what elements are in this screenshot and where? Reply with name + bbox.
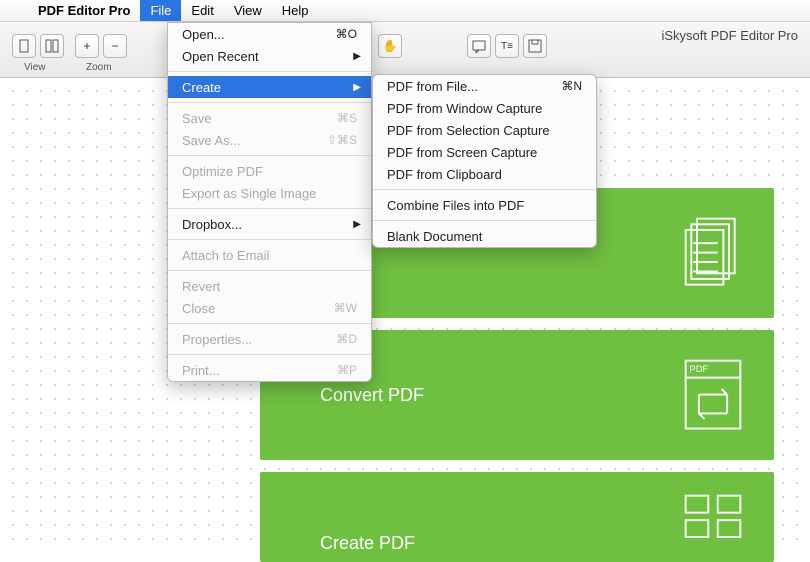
two-page-icon[interactable] (40, 34, 64, 58)
text-edit-icon[interactable]: T≡ (495, 34, 519, 58)
file-menu-item[interactable]: Open Recent ▶ (168, 45, 371, 67)
file-menu-item: Save As... ⇧⌘S (168, 129, 371, 151)
file-menu-item: Properties... ⌘D (168, 328, 371, 350)
menu-item-label: Close (182, 301, 215, 316)
view-caption: View (24, 62, 46, 73)
create-menu-item[interactable]: Combine Files into PDF (373, 194, 596, 216)
file-menu-item: Revert (168, 275, 371, 297)
card-create-pdf[interactable]: Create PDF (260, 472, 774, 562)
create-menu-item[interactable]: PDF from File... ⌘N (373, 75, 596, 97)
menu-item-shortcut: ⌘W (334, 301, 357, 315)
menu-item-label: Open... (182, 27, 225, 42)
menu-item-label: Attach to Email (182, 248, 269, 263)
create-submenu: PDF from File... ⌘N PDF from Window Captur… (372, 74, 597, 248)
toolbar-hand-group: ✋ (378, 34, 402, 58)
file-menu-separator (168, 208, 371, 209)
toolbar-view-group (12, 34, 64, 58)
file-menu-item: Optimize PDF (168, 160, 371, 182)
file-menu-item[interactable]: Open... ⌘O (168, 23, 371, 45)
single-page-icon[interactable] (12, 34, 36, 58)
menu-item-label: PDF from Window Capture (387, 101, 542, 116)
menu-item-label: Revert (182, 279, 220, 294)
menu-item-label: Export as Single Image (182, 186, 316, 201)
menu-item-shortcut: ⌘O (336, 27, 357, 41)
zoom-in-icon[interactable]: + (75, 34, 99, 58)
document-stack-icon (680, 213, 746, 293)
grid-icon (680, 474, 746, 554)
save-icon[interactable] (523, 34, 547, 58)
hand-icon[interactable]: ✋ (378, 34, 402, 58)
convert-icon: PDF (680, 355, 746, 435)
submenu-arrow-icon: ▶ (353, 219, 361, 230)
menu-item-label: PDF from Selection Capture (387, 123, 550, 138)
menubar-file[interactable]: File (140, 0, 181, 21)
create-menu-item[interactable]: PDF from Screen Capture (373, 141, 596, 163)
menu-item-shortcut: ⌘N (561, 79, 582, 93)
menu-item-shortcut: ⇧⌘S (327, 133, 357, 147)
create-menu-item[interactable]: PDF from Window Capture (373, 97, 596, 119)
file-menu-item: Close ⌘W (168, 297, 371, 319)
menu-item-label: Combine Files into PDF (387, 198, 524, 213)
file-menu-item: Save ⌘S (168, 107, 371, 129)
app-toolbar: iSkysoft PDF Editor Pro View + − Zoom ✋ … (0, 22, 810, 78)
create-menu-separator (373, 189, 596, 190)
menu-item-shortcut: ⌘P (337, 363, 357, 377)
zoom-out-icon[interactable]: − (103, 34, 127, 58)
toolbar-tools-group: T≡ (467, 34, 547, 58)
menu-item-label: Blank Document (387, 229, 482, 244)
file-menu-item[interactable]: Dropbox... ▶ (168, 213, 371, 235)
file-menu-separator (168, 323, 371, 324)
file-menu-item[interactable]: Create ▶ (168, 76, 371, 98)
create-menu-item[interactable]: PDF from Selection Capture (373, 119, 596, 141)
menu-item-shortcut: ⌘D (336, 332, 357, 346)
file-menu-separator (168, 239, 371, 240)
card-title: Convert PDF (320, 385, 424, 406)
submenu-arrow-icon: ▶ (353, 51, 361, 62)
file-menu: Open... ⌘O Open Recent ▶ Create ▶ Save ⌘S Save A… (167, 22, 372, 382)
submenu-arrow-icon: ▶ (353, 82, 361, 93)
file-menu-separator (168, 270, 371, 271)
window-title: iSkysoft PDF Editor Pro (661, 28, 798, 43)
create-menu-item[interactable]: PDF from Clipboard (373, 163, 596, 185)
file-menu-separator (168, 102, 371, 103)
zoom-caption: Zoom (86, 62, 112, 73)
file-menu-item: Attach to Email (168, 244, 371, 266)
menu-item-label: Properties... (182, 332, 252, 347)
menu-item-label: Open Recent (182, 49, 259, 64)
menubar-help[interactable]: Help (272, 0, 319, 21)
file-menu-separator (168, 155, 371, 156)
file-menu-separator (168, 354, 371, 355)
menubar-view[interactable]: View (224, 0, 272, 21)
svg-text:PDF: PDF (689, 363, 708, 374)
file-menu-item: Export as Single Image (168, 182, 371, 204)
file-menu-separator (168, 71, 371, 72)
menu-item-label: Save As... (182, 133, 241, 148)
menu-item-label: PDF from File... (387, 79, 478, 94)
menubar-edit[interactable]: Edit (181, 0, 223, 21)
menu-item-label: PDF from Clipboard (387, 167, 502, 182)
menu-item-label: Dropbox... (182, 217, 242, 232)
menu-item-shortcut: ⌘S (337, 111, 357, 125)
app-name[interactable]: PDF Editor Pro (28, 3, 140, 18)
menu-item-label: PDF from Screen Capture (387, 145, 537, 160)
menu-item-label: Print... (182, 363, 220, 378)
menu-item-label: Save (182, 111, 212, 126)
toolbar-zoom-group: + − (75, 34, 127, 58)
menu-item-label: Optimize PDF (182, 164, 263, 179)
file-menu-item: Print... ⌘P (168, 359, 371, 381)
system-menubar: PDF Editor Pro File Edit View Help (0, 0, 810, 22)
note-icon[interactable] (467, 34, 491, 58)
menu-item-label: Create (182, 80, 221, 95)
create-menu-separator (373, 220, 596, 221)
create-menu-item[interactable]: Blank Document (373, 225, 596, 247)
